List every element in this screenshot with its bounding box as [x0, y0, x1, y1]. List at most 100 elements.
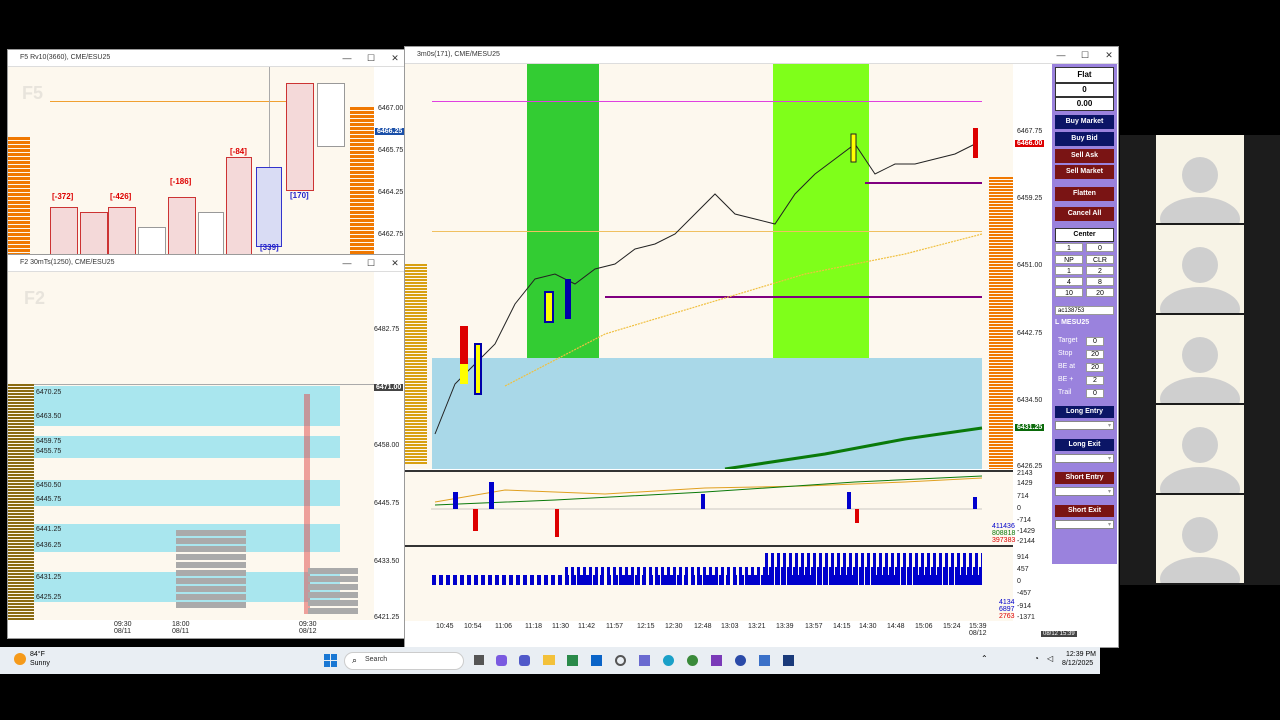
- outlook-icon[interactable]: [591, 655, 602, 666]
- short-exit-button[interactable]: Short Exit: [1055, 505, 1114, 517]
- f2-window: F2 30mTs(1250), CME/ESU25 — ☐ ✕ F2 6470.25…: [7, 254, 405, 639]
- qty-secondary[interactable]: 0: [1086, 243, 1114, 252]
- be-plus-label: BE +: [1058, 376, 1074, 383]
- buy-market-button[interactable]: Buy Market: [1055, 115, 1114, 129]
- clock-time[interactable]: 12:39 PM: [1066, 651, 1096, 658]
- f2-titlebar[interactable]: F2 30mTs(1250), CME/ESU25 — ☐ ✕: [8, 255, 404, 272]
- profile-level: 6463.50: [36, 413, 62, 420]
- qty-2-button[interactable]: 2: [1086, 266, 1114, 275]
- minimize-icon[interactable]: —: [342, 50, 352, 66]
- participant-avatar[interactable]: [1156, 315, 1244, 421]
- trail-input[interactable]: 0: [1086, 389, 1104, 398]
- f5-chart-area[interactable]: F5 [-372] [-426] [-186] [-84] [170] [339…: [8, 67, 374, 256]
- time-label: 12:15: [637, 623, 655, 630]
- main-price: 6467.75: [1017, 128, 1043, 135]
- qty-input[interactable]: 1: [1055, 243, 1083, 252]
- weather-desc: Sunny: [30, 660, 50, 667]
- qty-10-button[interactable]: 10: [1055, 288, 1083, 297]
- maximize-icon[interactable]: ☐: [366, 50, 376, 66]
- main-titlebar[interactable]: 3m0s(171), CME/MESU25 — ☐ ✕: [405, 47, 1118, 64]
- be-at-label: BE at: [1058, 363, 1076, 370]
- app-icon[interactable]: [735, 655, 746, 666]
- close-icon[interactable]: ✕: [390, 255, 400, 271]
- network-icon[interactable]: ◔: [1034, 654, 1039, 663]
- participant-avatar[interactable]: [1156, 225, 1244, 331]
- be-plus-input[interactable]: 2: [1086, 376, 1104, 385]
- time-label: 11:30: [552, 623, 569, 630]
- be-at-input[interactable]: 20: [1086, 363, 1104, 372]
- app-icon[interactable]: [639, 655, 650, 666]
- volume-pane[interactable]: [405, 545, 1013, 621]
- delta-axis: 1429: [1017, 480, 1033, 487]
- close-icon[interactable]: ✕: [390, 50, 400, 66]
- folder-icon[interactable]: [543, 655, 555, 665]
- close-icon[interactable]: ✕: [1104, 47, 1114, 63]
- f2-price: 6421.25: [374, 614, 400, 621]
- profile-level: 6450.50: [36, 482, 62, 489]
- buy-bid-button[interactable]: Buy Bid: [1055, 132, 1114, 146]
- delta-readout: 397383: [992, 537, 1016, 544]
- app-icon[interactable]: [783, 655, 794, 666]
- qty-1-button[interactable]: 1: [1055, 266, 1083, 275]
- weather-temp[interactable]: 84°F: [30, 651, 45, 658]
- chevron-up-icon[interactable]: ⌃: [981, 654, 988, 663]
- flatten-button[interactable]: Flatten: [1055, 187, 1114, 201]
- f5-titlebar[interactable]: F5 Rv10(3660), CME/ESU25 — ☐ ✕: [8, 50, 404, 67]
- f2-price: 6433.50: [374, 558, 400, 565]
- app-icon[interactable]: [496, 655, 507, 666]
- app-icon[interactable]: [759, 655, 770, 666]
- long-entry-button[interactable]: Long Entry: [1055, 406, 1114, 418]
- volume-axis: -914: [1017, 603, 1032, 610]
- qty-20-button[interactable]: 20: [1086, 288, 1114, 297]
- minimize-icon[interactable]: —: [1056, 47, 1066, 63]
- qty-clr-button[interactable]: CLR: [1086, 255, 1114, 264]
- time-label: 11:18: [525, 623, 542, 630]
- short-exit-select[interactable]: ▾: [1055, 520, 1114, 529]
- cancel-all-button[interactable]: Cancel All: [1055, 207, 1114, 221]
- start-icon[interactable]: [324, 654, 337, 667]
- taskview-icon[interactable]: [474, 655, 484, 665]
- delta-label: [339]: [260, 243, 279, 252]
- taskbar-search[interactable]: ⌕ Search: [344, 652, 464, 670]
- long-exit-select[interactable]: ▾: [1055, 454, 1114, 463]
- settings-icon[interactable]: [615, 655, 626, 666]
- clock-date[interactable]: 8/12/2025: [1062, 660, 1093, 667]
- stop-label: Stop: [1058, 350, 1073, 357]
- f2-chart-area[interactable]: F2 6470.25 6463.50 6459.75 6455.75 6450.…: [8, 272, 374, 620]
- edge-icon[interactable]: [663, 655, 674, 666]
- qty-4-button[interactable]: 4: [1055, 277, 1083, 286]
- sell-ask-button[interactable]: Sell Ask: [1055, 149, 1114, 163]
- participant-avatar[interactable]: [1156, 405, 1244, 511]
- visual-studio-icon[interactable]: [711, 655, 722, 666]
- maximize-icon[interactable]: ☐: [366, 255, 376, 271]
- maximize-icon[interactable]: ☐: [1080, 47, 1090, 63]
- center-button[interactable]: Center: [1055, 228, 1114, 242]
- volume-icon[interactable]: ◁: [1047, 654, 1053, 663]
- price-pane[interactable]: [405, 64, 1013, 469]
- minimize-icon[interactable]: —: [342, 255, 352, 271]
- weather-icon[interactable]: [14, 653, 26, 665]
- qty-8-button[interactable]: 8: [1086, 277, 1114, 286]
- short-entry-button[interactable]: Short Entry: [1055, 472, 1114, 484]
- stop-input[interactable]: 20: [1086, 350, 1104, 359]
- main-lower-tag: 6431.25: [1015, 424, 1045, 431]
- delta-readout: 411436: [992, 523, 1015, 530]
- long-exit-button[interactable]: Long Exit: [1055, 439, 1114, 451]
- f5-volume-profile: [8, 137, 30, 256]
- sell-market-button[interactable]: Sell Market: [1055, 165, 1114, 179]
- store-icon[interactable]: [567, 655, 578, 666]
- qty-np-button[interactable]: NP: [1055, 255, 1083, 264]
- delta-label: [170]: [290, 191, 309, 200]
- long-entry-select[interactable]: ▾: [1055, 421, 1114, 430]
- account-select[interactable]: ac138753: [1055, 306, 1114, 315]
- teams-icon[interactable]: [519, 655, 530, 666]
- target-input[interactable]: 0: [1086, 337, 1104, 346]
- time-label: 15:06: [915, 623, 933, 630]
- delta-pane[interactable]: [405, 470, 1013, 546]
- participant-avatar[interactable]: [1156, 495, 1244, 601]
- chrome-icon[interactable]: [687, 655, 698, 666]
- short-entry-select[interactable]: ▾: [1055, 487, 1114, 496]
- profile-level: 6425.25: [36, 594, 62, 601]
- participant-avatar[interactable]: [1156, 135, 1244, 241]
- volume-axis: -457: [1017, 590, 1032, 597]
